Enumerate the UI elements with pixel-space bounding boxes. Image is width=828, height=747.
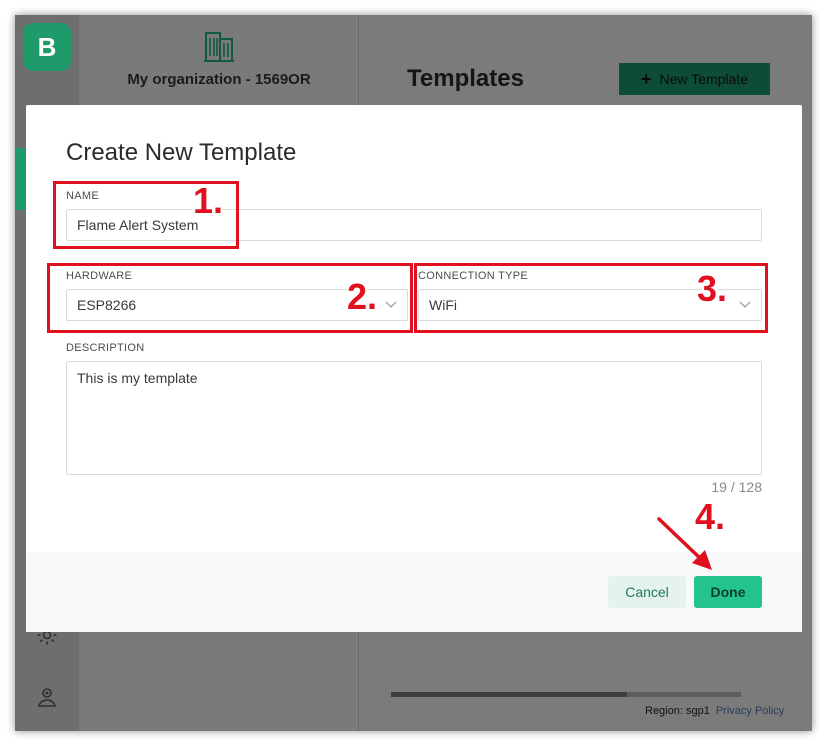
annotation-step-1: 1.: [193, 180, 224, 221]
scrollbar-thumb[interactable]: [391, 692, 627, 697]
description-textarea[interactable]: This is my template: [66, 361, 762, 475]
horizontal-scrollbar[interactable]: [391, 692, 741, 697]
region-text: Region: sgp1: [645, 705, 710, 717]
footer-region: Region: sgp1 Privacy Policy: [645, 705, 784, 717]
cancel-button[interactable]: Cancel: [608, 576, 686, 608]
new-template-button[interactable]: + New Template: [619, 63, 770, 95]
new-template-label: New Template: [659, 71, 748, 87]
character-counter: 19 / 128: [711, 479, 762, 495]
dialog-title: Create New Template: [66, 139, 297, 166]
building-icon: [204, 32, 234, 62]
page-title: Templates: [407, 65, 524, 92]
description-value: This is my template: [77, 370, 198, 386]
privacy-policy-link[interactable]: Privacy Policy: [716, 705, 784, 717]
plus-icon: +: [641, 68, 652, 89]
description-label: DESCRIPTION: [66, 342, 145, 354]
dialog-footer: Cancel Done: [26, 552, 802, 632]
annotation-step-4: 4.: [695, 496, 726, 537]
user-icon[interactable]: [35, 685, 59, 709]
annotation-step-2: 2.: [347, 276, 378, 317]
annotation-step-3: 3.: [697, 268, 728, 309]
app-logo[interactable]: B: [23, 23, 71, 71]
done-button[interactable]: Done: [694, 576, 762, 608]
organization-name[interactable]: My organization - 1569OR: [79, 71, 359, 88]
